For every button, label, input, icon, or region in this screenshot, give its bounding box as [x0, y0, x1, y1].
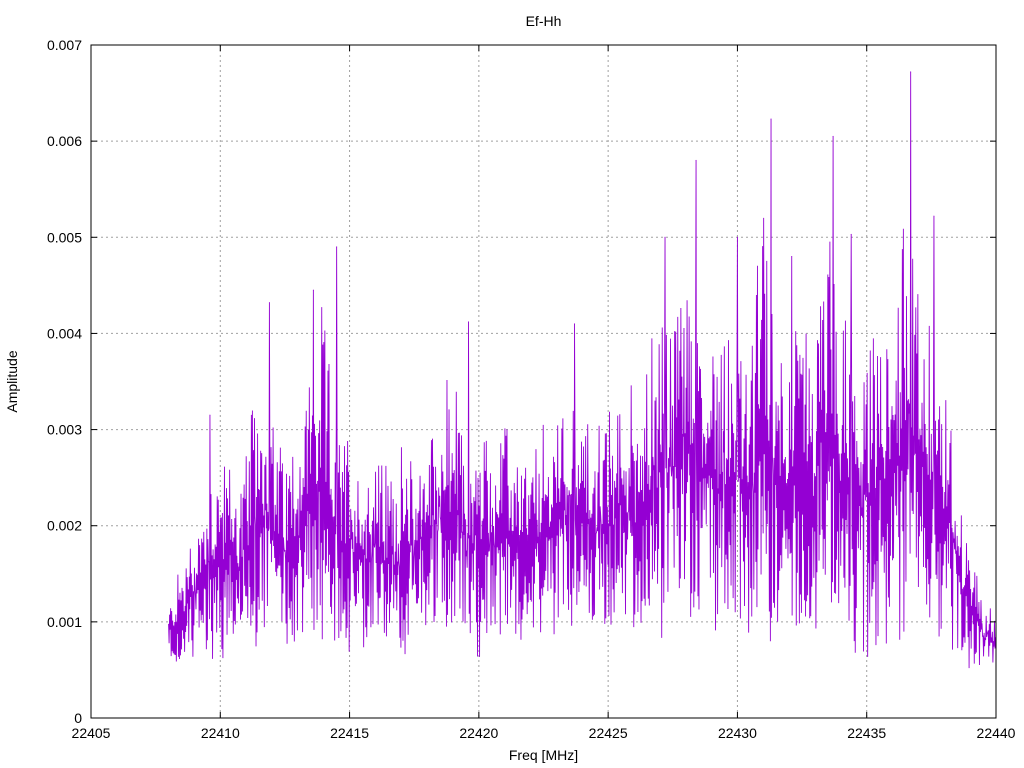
y-tick-label: 0.007: [47, 37, 82, 53]
y-tick-label: 0.003: [47, 422, 82, 438]
chart-svg: 22405 22410 22415 22420 22425 22430 22435 22440…: [4, 13, 1016, 763]
chart-title: Ef-Hh: [526, 13, 562, 29]
y-tick-label: 0.006: [47, 133, 82, 149]
data-series: [168, 71, 997, 669]
peak-point: [468, 321, 470, 323]
peak-point: [336, 246, 338, 248]
x-tick-label: 22420: [459, 725, 498, 741]
amplitude-series-line: [168, 71, 997, 669]
x-tick-label: 22430: [718, 725, 757, 741]
x-tick-label: 22435: [847, 725, 886, 741]
y-tick-label: 0.004: [47, 325, 82, 341]
peak-point: [664, 236, 666, 238]
peak-point: [312, 289, 314, 291]
x-tick-label: 22425: [589, 725, 628, 741]
peak-point: [574, 323, 576, 325]
chart-container: 22405 22410 22415 22420 22425 22430 22435 22440…: [0, 0, 1024, 768]
x-tick-label: 22405: [72, 725, 111, 741]
peak-point: [850, 233, 852, 235]
x-tick-label: 22415: [330, 725, 369, 741]
peak-point: [695, 159, 697, 161]
y-axis-label: Amplitude: [4, 350, 20, 412]
peak-point: [209, 414, 211, 416]
peak-point: [736, 236, 738, 238]
peak-point: [791, 256, 793, 258]
x-axis-label: Freq [MHz]: [509, 747, 578, 763]
y-tick-label: 0.001: [47, 614, 82, 630]
x-tick-label: 22410: [201, 725, 240, 741]
y-tick-label: 0.002: [47, 518, 82, 534]
peak-point: [910, 71, 912, 73]
y-tick-label: 0.005: [47, 229, 82, 245]
peak-point: [832, 135, 834, 137]
x-tick-label: 22440: [977, 725, 1016, 741]
peak-point: [268, 302, 270, 304]
y-tick-label: 0: [74, 710, 82, 726]
peak-point: [770, 118, 772, 120]
peak-point: [933, 215, 935, 217]
